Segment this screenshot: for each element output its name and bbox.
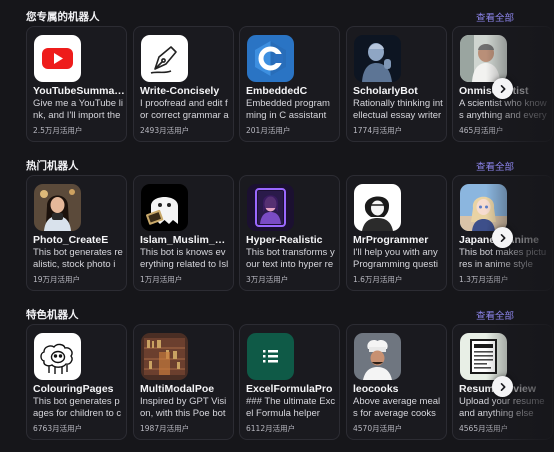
see-all-link[interactable]: 查看全部	[476, 10, 514, 24]
bot-description: Inspired by GPT Vision, with this Poe bo…	[140, 396, 227, 419]
chevron-right-icon	[498, 84, 508, 94]
bot-card[interactable]: leocooks Above average meals for average …	[346, 324, 447, 440]
bot-carousel: ColouringPages This bot generates pages f…	[26, 324, 554, 440]
bot-description: Above average meals for average cooks	[353, 396, 441, 419]
list-icon	[247, 333, 294, 380]
monthly-users: 4565月活用户	[459, 424, 509, 433]
carousel-next-button[interactable]	[492, 227, 513, 248]
neon-portrait-icon	[247, 184, 294, 231]
bot-description: Give me a YouTube link, and I'll import …	[33, 98, 123, 121]
c-language-icon	[247, 35, 294, 82]
bot-description: ### The ultimate Excel Formula helper	[246, 396, 336, 419]
bot-name: ColouringPages	[33, 383, 114, 395]
bot-carousel: YouTubeSummarizerGive me a YouTube link,…	[26, 26, 554, 142]
chevron-right-icon	[498, 382, 508, 392]
bot-card[interactable]: YouTubeSummarizerGive me a YouTube link,…	[26, 26, 127, 142]
anime-girl-icon	[460, 184, 507, 231]
monthly-users: 2.5万月活用户	[33, 126, 83, 135]
bot-card[interactable]: MultiModalPoe Inspired by GPT Vision, wit…	[133, 324, 234, 440]
monthly-users: 3万月活用户	[246, 275, 289, 284]
carousel-next-button[interactable]	[492, 78, 513, 99]
see-all-link[interactable]: 查看全部	[476, 159, 514, 173]
bot-card[interactable]: Hyper-Realistic This bot transforms your …	[239, 175, 340, 291]
photo-girl-icon	[34, 184, 81, 231]
bot-name: YouTubeSummarizer	[33, 85, 125, 97]
document-icon	[460, 333, 507, 380]
monthly-users: 1.6万月活用户	[353, 275, 403, 284]
bot-name: ExcelFormulaPro	[246, 383, 333, 395]
monthly-users: 4570月活用户	[353, 424, 403, 433]
bot-name: Hyper-Realistic	[246, 234, 323, 246]
bot-description: This bot generates realistic, stock phot…	[33, 247, 123, 270]
monthly-users: 1987月活用户	[140, 424, 190, 433]
bot-description: Embedded programming in C assistant	[246, 98, 330, 121]
ghost-book-icon	[141, 184, 188, 231]
library-icon	[141, 333, 188, 380]
section-title: 热门机器人	[26, 160, 79, 172]
bot-card[interactable]: EmbeddedC Embedded programming in C assis…	[239, 26, 340, 142]
monthly-users: 2493月活用户	[140, 126, 190, 135]
bot-name: Islam_Muslim_Bot	[140, 234, 232, 246]
bot-card[interactable]: Photo_CreateE This bot generates realisti…	[26, 175, 127, 291]
bot-card[interactable]: Islam_Muslim_Bot This bot is knows everyt…	[133, 175, 234, 291]
carousel-next-button[interactable]	[492, 376, 513, 397]
scholar-statue-icon	[354, 35, 401, 82]
bot-description: Rationally thinking intellectual essay w…	[353, 98, 443, 121]
bot-description: This bot generates pages for children to…	[33, 396, 122, 419]
bot-carousel: Photo_CreateE This bot generates realisti…	[26, 175, 554, 291]
bot-card[interactable]: ColouringPages This bot generates pages f…	[26, 324, 127, 440]
bot-name: MultiModalPoe	[140, 383, 215, 395]
youtube-icon	[34, 35, 81, 82]
bot-name: leocooks	[353, 383, 399, 395]
monthly-users: 1.3万月活用户	[459, 275, 509, 284]
bot-card[interactable]: MrProgrammer I'll help you with any Progr…	[346, 175, 447, 291]
bot-name: Photo_CreateE	[33, 234, 109, 246]
monthly-users: 465月活用户	[459, 126, 504, 135]
bot-description: I'll help you with any Programming quest…	[353, 247, 439, 270]
programmer-sketch-icon	[354, 184, 401, 231]
bot-description: Upload your resume and anything else	[459, 396, 545, 419]
bot-name: ScholarlyBot	[353, 85, 418, 97]
sheep-outline-icon	[34, 333, 81, 380]
monthly-users: 6112月活用户	[246, 424, 296, 433]
bot-description: This bot is knows everything related to …	[140, 247, 229, 270]
bot-card[interactable]: Write-Concisely I proofread and edit for …	[133, 26, 234, 142]
bot-card[interactable]: ScholarlyBot Rationally thinking intellec…	[346, 26, 447, 142]
bot-description: A scientist who knows anything and every…	[459, 98, 547, 121]
monthly-users: 19万月活用户	[33, 275, 81, 284]
monthly-users: 1万月活用户	[140, 275, 183, 284]
bot-name: EmbeddedC	[246, 85, 308, 97]
bot-name: Write-Concisely	[140, 85, 220, 97]
scientist-portrait-icon	[460, 35, 507, 82]
section-title: 特色机器人	[26, 309, 79, 321]
bot-description: This bot transforms your text into hyper…	[246, 247, 335, 270]
monthly-users: 6763月活用户	[33, 424, 83, 433]
bot-card[interactable]: ExcelFormulaPro ### The ultimate Excel Fo…	[239, 324, 340, 440]
monthly-users: 201月活用户	[246, 126, 291, 135]
monthly-users: 1774月活用户	[353, 126, 403, 135]
chef-icon	[354, 333, 401, 380]
bot-description: I proofread and edit for correct grammar…	[140, 98, 229, 121]
bot-name: MrProgrammer	[353, 234, 429, 246]
chevron-right-icon	[498, 233, 508, 243]
section-title: 您专属的机器人	[26, 11, 100, 23]
pen-nib-icon	[141, 35, 188, 82]
bot-description: This bot makes pictures in anime style	[459, 247, 547, 270]
see-all-link[interactable]: 查看全部	[476, 308, 514, 322]
